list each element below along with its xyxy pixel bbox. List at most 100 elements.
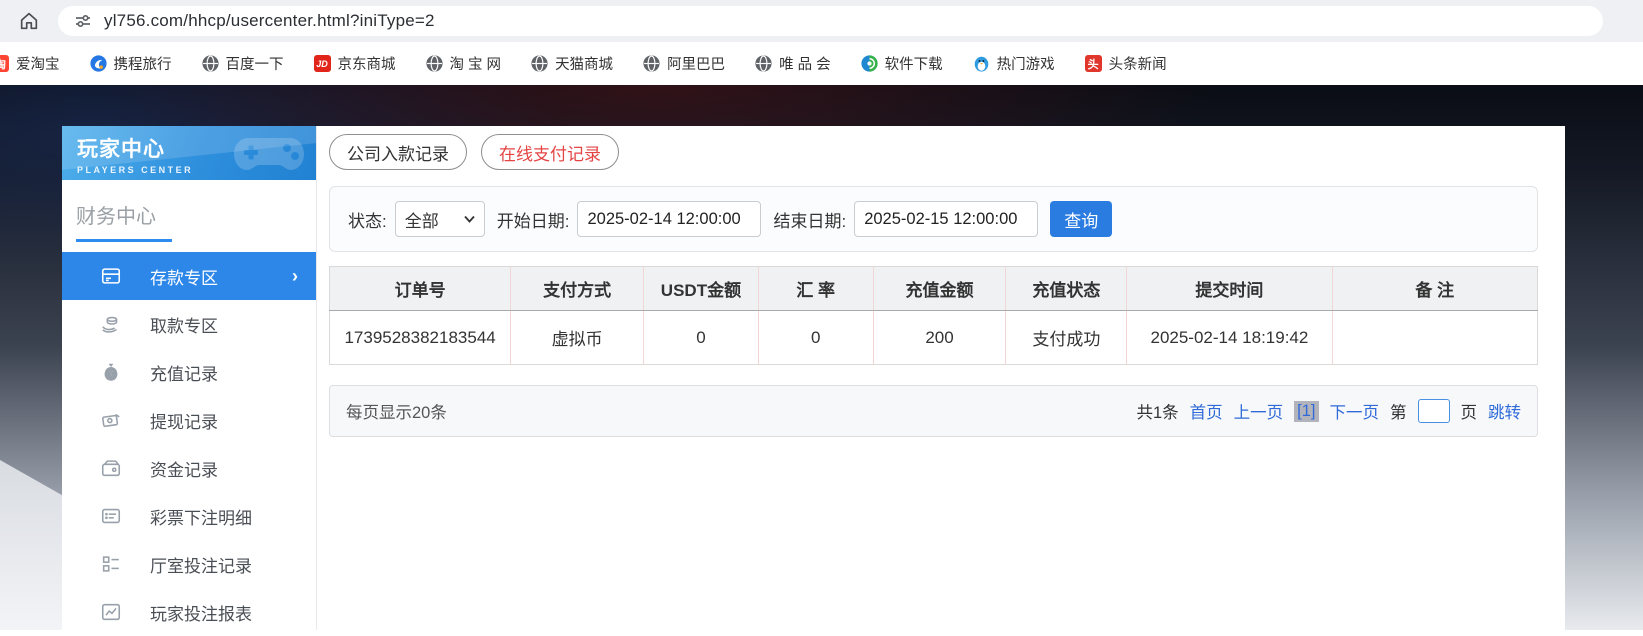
prev-page-link[interactable]: 上一页 bbox=[1234, 399, 1284, 423]
url-text: yl756.com/hhcp/usercenter.html?iniType=2 bbox=[104, 11, 435, 30]
ctrip-dolphin-icon bbox=[89, 55, 107, 72]
end-date-label: 结束日期: bbox=[773, 211, 847, 231]
sidebar-banner: 玩家中心 PLAYERS CENTER bbox=[62, 126, 316, 180]
table-header-row: 订单号 支付方式 USDT金额 汇 率 充值金额 充值状态 提交时间 备 注 bbox=[329, 266, 1538, 311]
sidebar-item-label: 存款专区 bbox=[150, 268, 218, 288]
col-recharge-amount: 充值金额 bbox=[873, 266, 1007, 311]
start-date-label: 开始日期: bbox=[496, 211, 570, 231]
sidebar-item-label: 彩票下注明细 bbox=[150, 508, 252, 528]
penguin-icon bbox=[973, 55, 990, 72]
col-order-no: 订单号 bbox=[329, 266, 512, 311]
sidebar-item-label: 充值记录 bbox=[150, 364, 218, 384]
table-row: 1739528382183544 虚拟币 0 0 200 支付成功 2025-0… bbox=[329, 310, 1538, 365]
page-background: 玩家中心 PLAYERS CENTER 财务中心 存款专区 › 取款专区 ¥ 充… bbox=[0, 85, 1643, 630]
cell-exchange-rate: 0 bbox=[758, 310, 874, 365]
sidebar-item-hall-bet-records[interactable]: 厅室投注记录 bbox=[62, 540, 316, 588]
bookmark-tmall[interactable]: 天猫商城 bbox=[531, 53, 613, 74]
sidebar-item-label: 取款专区 bbox=[150, 316, 218, 336]
main-content: 公司入款记录 在线支付记录 状态: 全部 开始日期: 结束日期: 查询 bbox=[317, 126, 1565, 630]
cell-order-no: 1739528382183544 bbox=[329, 310, 512, 365]
bookmarks-bar: 淘 爱淘宝 携程旅行 百度一下 JD 京东商城 淘 宝 网 天猫商城 阿里巴巴 bbox=[0, 42, 1643, 85]
jump-label-pre: 第 bbox=[1390, 404, 1407, 422]
status-select-value: 全部 bbox=[404, 211, 439, 231]
col-remarks: 备 注 bbox=[1332, 266, 1538, 311]
next-page-link[interactable]: 下一页 bbox=[1330, 399, 1380, 423]
withdraw-hand-icon bbox=[100, 313, 122, 335]
checklist-icon bbox=[100, 553, 122, 575]
cell-submit-time: 2025-02-14 18:19:42 bbox=[1126, 310, 1333, 365]
wallet-icon bbox=[100, 457, 122, 479]
list-card-icon bbox=[100, 505, 122, 527]
bookmark-baidu[interactable]: 百度一下 bbox=[201, 53, 284, 74]
sidebar-item-label: 提现记录 bbox=[150, 412, 218, 432]
end-date-input[interactable] bbox=[854, 201, 1039, 237]
site-info-icon[interactable] bbox=[72, 10, 94, 32]
sidebar-item-label: 玩家投注报表 bbox=[150, 604, 252, 624]
col-submit-time: 提交时间 bbox=[1126, 266, 1333, 311]
software-download-icon bbox=[861, 55, 878, 72]
bookmark-vip[interactable]: 唯 品 会 bbox=[755, 53, 831, 74]
col-exchange-rate: 汇 率 bbox=[758, 266, 874, 311]
sidebar-item-recharge-records[interactable]: ¥ 充值记录 bbox=[62, 348, 316, 396]
status-label: 状态: bbox=[348, 211, 387, 231]
chevron-right-icon: › bbox=[292, 265, 298, 286]
bookmark-aitaobao[interactable]: 淘 爱淘宝 bbox=[0, 53, 60, 74]
address-bar[interactable]: yl756.com/hhcp/usercenter.html?iniType=2 bbox=[58, 6, 1603, 36]
bookmark-ctrip[interactable]: 携程旅行 bbox=[89, 53, 172, 74]
jump-label-post: 页 bbox=[1460, 404, 1478, 422]
home-icon bbox=[20, 12, 38, 30]
aitaobao-icon: 淘 bbox=[0, 55, 9, 72]
sidebar-item-withdrawal-records[interactable]: 提现记录 bbox=[62, 396, 316, 444]
bookmark-jd[interactable]: JD 京东商城 bbox=[313, 53, 396, 74]
cell-recharge-amount: 200 bbox=[873, 310, 1007, 365]
search-button[interactable]: 查询 bbox=[1050, 201, 1113, 237]
sidebar-item-deposit[interactable]: 存款专区 › bbox=[62, 252, 316, 300]
tab-online-payment-records[interactable]: 在线支付记录 bbox=[481, 134, 619, 170]
sidebar-item-label: 厅室投注记录 bbox=[150, 556, 252, 576]
tab-company-deposit-records[interactable]: 公司入款记录 bbox=[329, 134, 467, 170]
globe-icon bbox=[201, 55, 219, 72]
chevron-down-icon bbox=[464, 215, 475, 223]
globe-icon bbox=[643, 55, 660, 72]
start-date-input[interactable] bbox=[577, 201, 762, 237]
players-center-title: 玩家中心 bbox=[77, 138, 165, 161]
home-button[interactable] bbox=[14, 6, 44, 36]
bookmark-taobao[interactable]: 淘 宝 网 bbox=[425, 53, 501, 74]
players-center-subtitle: PLAYERS CENTER bbox=[77, 165, 194, 175]
total-count-text: 共1条 bbox=[1136, 404, 1179, 422]
payment-records-table: 订单号 支付方式 USDT金额 汇 率 充值金额 充值状态 提交时间 备 注 1… bbox=[329, 266, 1538, 365]
jd-icon: JD bbox=[313, 55, 331, 72]
globe-icon bbox=[755, 55, 772, 72]
bookmark-alibaba[interactable]: 阿里巴巴 bbox=[643, 53, 725, 74]
jump-button[interactable]: 跳转 bbox=[1488, 399, 1521, 423]
cell-recharge-status: 支付成功 bbox=[1005, 310, 1128, 365]
globe-icon bbox=[531, 55, 548, 72]
cell-usdt-amount: 0 bbox=[643, 310, 759, 365]
page-size-text: 每页显示20条 bbox=[346, 404, 447, 422]
filter-bar: 状态: 全部 开始日期: 结束日期: 查询 bbox=[329, 186, 1538, 252]
sidebar-item-funds-records[interactable]: 资金记录 bbox=[62, 444, 316, 492]
page-jump-input[interactable] bbox=[1417, 399, 1450, 423]
moneybag-icon: ¥ bbox=[100, 361, 122, 383]
sidebar-nav: 存款专区 › 取款专区 ¥ 充值记录 提现记录 资金记录 彩票下注明细 厅室投注… bbox=[62, 252, 316, 636]
col-recharge-status: 充值状态 bbox=[1005, 266, 1128, 311]
sidebar-item-player-bet-report[interactable]: 玩家投注报表 bbox=[62, 588, 316, 636]
svg-text:¥: ¥ bbox=[109, 370, 114, 379]
cell-remarks bbox=[1332, 310, 1538, 365]
player-center-panel: 玩家中心 PLAYERS CENTER 财务中心 存款专区 › 取款专区 ¥ 充… bbox=[62, 126, 1565, 630]
bookmark-games[interactable]: 热门游戏 bbox=[973, 53, 1055, 74]
cell-payment-method: 虚拟币 bbox=[510, 310, 645, 365]
sidebar-item-label: 资金记录 bbox=[150, 460, 218, 480]
bookmark-toutiao[interactable]: 头 头条新闻 bbox=[1084, 53, 1167, 74]
col-payment-method: 支付方式 bbox=[510, 266, 645, 311]
pagination-bar: 每页显示20条 共1条 首页 上一页 [1] 下一页 第 页 跳转 bbox=[329, 385, 1538, 437]
finance-center-heading: 财务中心 bbox=[76, 206, 156, 228]
globe-icon bbox=[425, 55, 443, 72]
sidebar-item-withdraw[interactable]: 取款专区 bbox=[62, 300, 316, 348]
status-select[interactable]: 全部 bbox=[394, 201, 485, 237]
first-page-link[interactable]: 首页 bbox=[1190, 399, 1223, 423]
section-underline bbox=[76, 239, 172, 242]
sidebar-item-lottery-bet-details[interactable]: 彩票下注明细 bbox=[62, 492, 316, 540]
bookmark-software[interactable]: 软件下载 bbox=[861, 53, 943, 74]
report-chart-icon bbox=[100, 601, 122, 623]
